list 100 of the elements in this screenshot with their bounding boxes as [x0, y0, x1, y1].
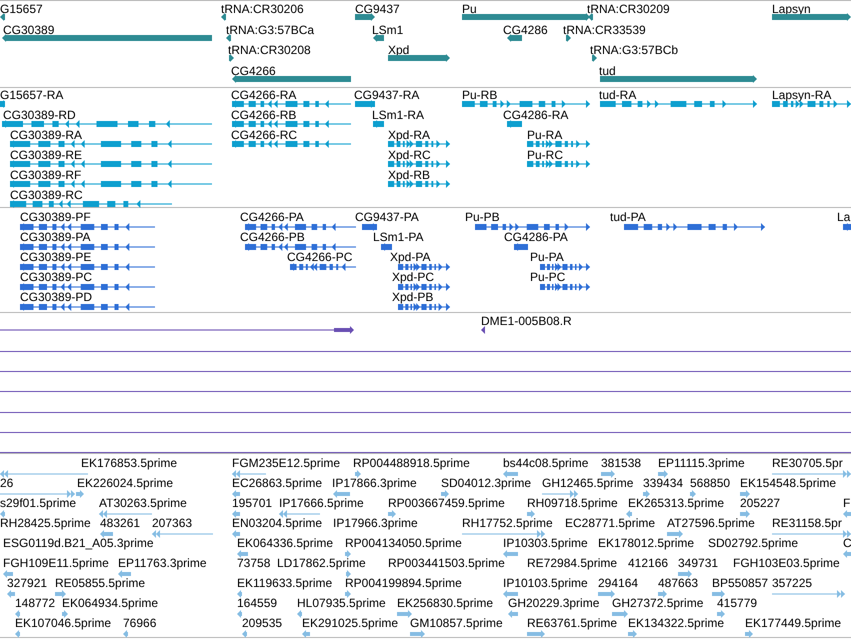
feature-label: EC28771.5prime — [565, 516, 656, 530]
feature-label: RH09718.5prime — [527, 496, 618, 510]
feature-label: CG4266-RB — [231, 108, 296, 122]
feature-label: CG9437-RA — [354, 88, 420, 102]
feature-label: Xpd-RA — [388, 128, 430, 142]
feature-label: LD17862.5prime — [277, 556, 366, 570]
feature-label: G15657 — [0, 2, 43, 16]
feature-label: RP004199894.5prime — [345, 576, 462, 590]
feature-label: GH27372.5prime — [612, 596, 704, 610]
feature-label: CG9437-PA — [355, 210, 419, 224]
feature-label: SD04012.3prime — [441, 476, 532, 490]
feature-label: 357225 — [772, 576, 812, 590]
feature-label: EK226024.5prime — [77, 476, 174, 490]
feature-label: 26 — [0, 476, 14, 490]
feature-label: EK134322.5prime — [628, 616, 724, 630]
feature-label: BP550857 — [712, 576, 768, 590]
feature-label: CG9437 — [355, 2, 400, 16]
feature-label: 209535 — [242, 616, 282, 630]
feature-label: F — [843, 496, 850, 510]
feature-label: tRNA:G3:57BCa — [226, 22, 314, 36]
feature-label: AT30263.5prime — [99, 496, 187, 510]
feature-label: SD02792.5prime — [708, 536, 798, 550]
feature-label: FGH109E11.5prime — [3, 556, 109, 570]
feature-label: HL07935.5prime — [297, 596, 386, 610]
feature-label: Xpd-PA — [390, 250, 430, 264]
feature-label: Pu — [462, 2, 477, 16]
feature-label: CG30389-RC — [10, 188, 83, 202]
feature-label: EK154548.5prime — [740, 476, 836, 490]
feature-label: tRNA:CR30209 — [587, 2, 670, 16]
feature-label: CG4266-PA — [240, 210, 304, 224]
feature-label: Pu-PA — [530, 250, 564, 264]
feature-label: Pu-RB — [462, 88, 498, 102]
feature-label: EN03204.5prime — [232, 516, 322, 530]
feature-label: CG30389-RF — [10, 168, 82, 182]
feature-label: IP10103.5prime — [503, 576, 588, 590]
feature-label: tud-PA — [610, 210, 646, 224]
feature-label: Pu-PB — [465, 210, 500, 224]
feature-label: Pu-PC — [530, 270, 566, 284]
feature-label: EC26863.5prime — [232, 476, 322, 490]
feature-label: CG4266-PB — [240, 230, 305, 244]
feature-label: LSm1-RA — [372, 108, 424, 122]
feature-label: IP17866.3prime — [332, 476, 417, 490]
feature-label: RP003667459.5prime — [388, 496, 505, 510]
feature-label: 381538 — [601, 456, 642, 470]
feature-label: tud-RA — [599, 88, 636, 102]
feature-label: AT27596.5prime — [667, 516, 755, 530]
feature-label: 207363 — [152, 516, 192, 530]
feature-label: RP004488918.5prime — [353, 456, 470, 470]
feature-label: tud — [599, 64, 616, 78]
feature-label: FGH103E03.5prime — [733, 556, 840, 570]
feature-label: IP17966.3prime — [333, 516, 418, 530]
feature-label: RE63761.5prime — [527, 616, 618, 630]
feature-label: 73758 — [237, 556, 270, 570]
feature-label: RE05855.5prime — [55, 576, 146, 590]
feature-label: G15657-RA — [0, 88, 64, 102]
feature-label: 568850 — [690, 476, 730, 490]
feature-label: EK119633.5prime — [237, 576, 332, 590]
feature-label: CG30389-PF — [20, 210, 91, 224]
feature-label: Xpd-PC — [392, 270, 434, 284]
feature-label: tRNA:CR33539 — [563, 22, 646, 36]
feature-label: CG30389-PE — [20, 250, 92, 264]
feature-label: tRNA:G3:57BCb — [590, 43, 678, 57]
feature-label: GM10857.5prime — [410, 616, 503, 630]
feature-label: EK265313.5prime — [628, 496, 724, 510]
feature-label: GH12465.5prime — [542, 476, 634, 490]
feature-label: tRNA:CR30206 — [221, 2, 304, 16]
feature-label: FGM235E12.5prime — [232, 456, 340, 470]
feature-label: Xpd-RB — [388, 168, 430, 182]
feature-label: CG4286-RA — [503, 108, 568, 122]
feature-label: Xpd-RC — [388, 148, 431, 162]
feature-label: Lapsyn — [772, 2, 811, 16]
feature-label: Xpd-PB — [392, 290, 434, 304]
feature-label: bs44c08.5prime — [503, 456, 588, 470]
feature-label: Xpd — [388, 43, 410, 57]
feature-label: RP003441503.5prime — [388, 556, 505, 570]
feature-label: CG30389-PD — [20, 290, 92, 304]
feature-label: C — [843, 536, 851, 550]
feature-label: ESG0119d.B21_A05.3prime — [3, 536, 154, 550]
feature-label: CG4286-PA — [504, 230, 568, 244]
feature-label: Pu-RA — [527, 128, 562, 142]
feature-label: 148772 — [15, 596, 56, 610]
feature-label: LSm1-PA — [373, 230, 424, 244]
feature-label: CG4266-PC — [287, 250, 352, 264]
feature-label: IP10303.5prime — [503, 536, 588, 550]
feature-label: RH28425.5prime — [0, 516, 91, 530]
feature-label: CG30389-PC — [20, 270, 92, 284]
feature-label: EK064336.5prime — [237, 536, 334, 550]
feature-label: EK291025.5prime — [302, 616, 398, 630]
feature-label: RE30705.5pr — [772, 456, 843, 470]
feature-label: GH20229.3prime — [508, 596, 600, 610]
feature-label: 487663 — [658, 576, 698, 590]
feature-label: 483261 — [100, 516, 140, 530]
feature-label: CG4266 — [231, 64, 276, 78]
feature-label: EK177449.5prime — [745, 616, 842, 630]
feature-label: 415779 — [717, 596, 758, 610]
feature-label: EP11115.3prime — [658, 456, 745, 470]
feature-label: DME1-005B08.R — [481, 314, 572, 328]
feature-label: CG30389-RD — [3, 108, 76, 122]
feature-label: CG30389-PA — [20, 230, 90, 244]
feature-label: 164559 — [237, 596, 278, 610]
